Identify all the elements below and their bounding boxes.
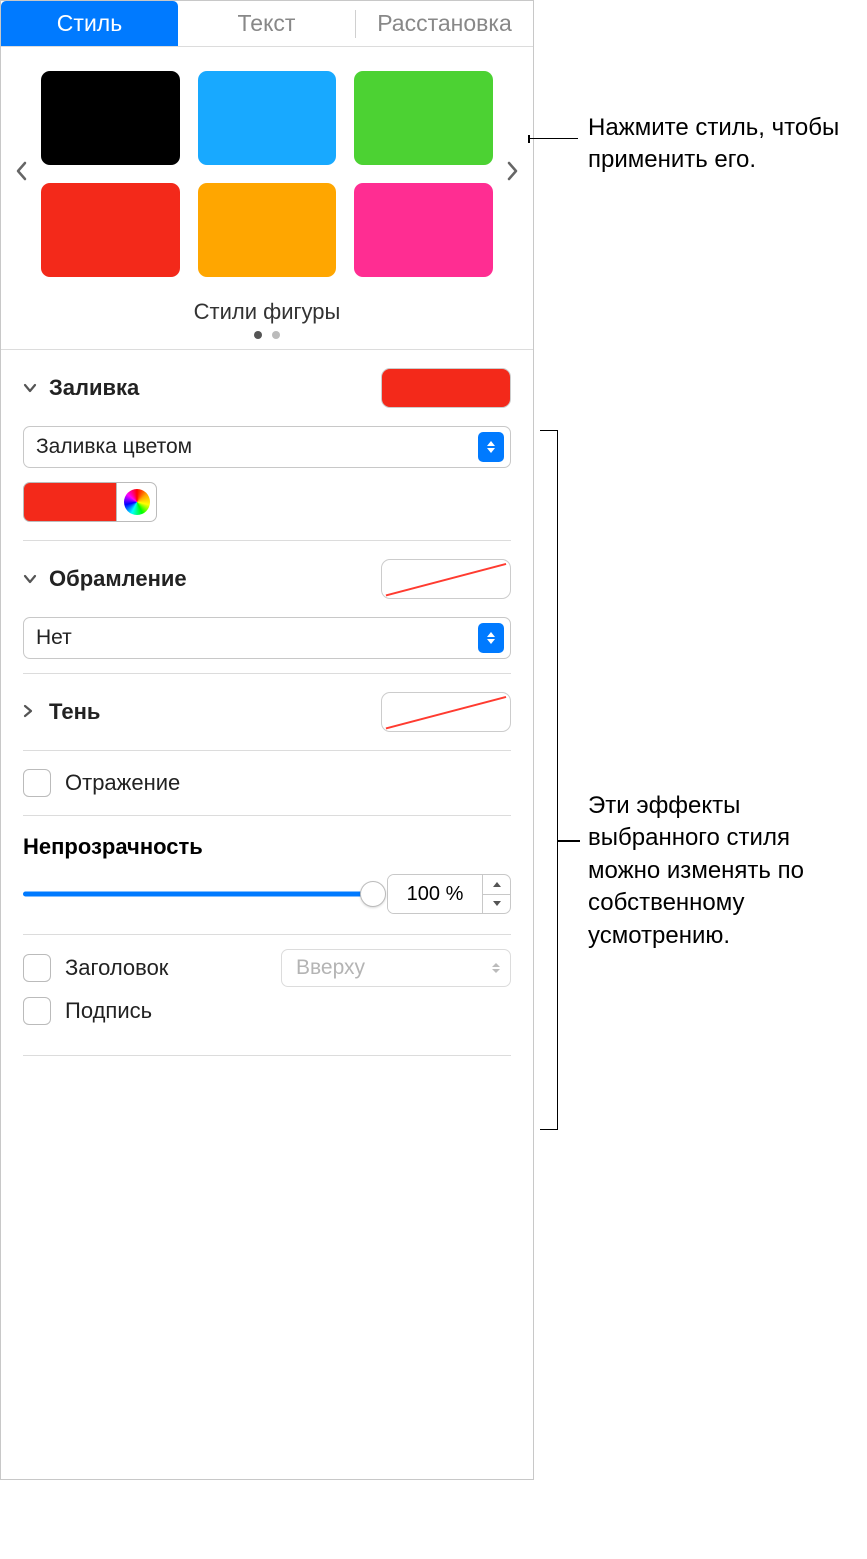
select-stepper-icon [478,623,504,653]
shape-styles-label: Стили фигуры [1,299,533,325]
fill-type-select[interactable]: Заливка цветом [23,426,511,468]
fill-type-value: Заливка цветом [36,435,478,459]
carousel-next-button[interactable] [499,153,527,195]
style-swatch-green[interactable] [354,71,493,165]
opacity-stepper [387,874,511,914]
callout-leader-line [558,840,580,842]
callout-leader-line [530,138,578,140]
color-wheel-icon [124,489,150,515]
title-label: Заголовок [65,955,168,981]
callout-bracket [540,430,558,1130]
opacity-input[interactable] [388,875,482,913]
page-dot[interactable] [272,331,280,339]
carousel-prev-button[interactable] [7,153,35,195]
tab-style[interactable]: Стиль [1,1,178,46]
caption-checkbox[interactable] [23,997,51,1025]
style-swatch-red[interactable] [41,183,180,277]
opacity-section: Непрозрачность [1,816,533,934]
tab-arrange[interactable]: Расстановка [356,1,533,46]
fill-color-well[interactable] [381,368,511,408]
fill-section-header[interactable]: Заливка [1,350,533,426]
shadow-section-header[interactable]: Тень [1,674,533,750]
title-checkbox[interactable] [23,954,51,982]
shadow-preview-well[interactable] [381,692,511,732]
style-swatch-orange[interactable] [198,183,337,277]
style-swatch-blue[interactable] [198,71,337,165]
border-type-value: Нет [36,626,478,650]
slider-thumb[interactable] [360,881,386,907]
reflection-label: Отражение [65,770,180,796]
chevron-down-icon [23,380,39,396]
shape-styles-carousel [1,63,533,285]
fill-label: Заливка [49,375,371,401]
page-dot[interactable] [254,331,262,339]
border-preview-well[interactable] [381,559,511,599]
fill-color-swatch[interactable] [23,482,117,522]
opacity-label: Непрозрачность [23,834,511,860]
callout-text: Нажмите стиль, чтобы применить его. [588,112,848,177]
caption-label: Подпись [65,998,152,1024]
border-section-header[interactable]: Обрамление [1,541,533,617]
style-swatch-pink[interactable] [354,183,493,277]
divider [23,1055,511,1056]
chevron-right-icon [23,704,39,721]
border-type-select[interactable]: Нет [23,617,511,659]
select-stepper-icon [492,963,500,973]
reflection-row: Отражение [1,751,533,815]
format-panel: Стиль Текст Расстановка Стили фигуры [0,0,534,1480]
title-position-value: Вверху [296,956,365,980]
chevron-down-icon [23,571,39,587]
title-caption-section: Заголовок Вверху Подпись [1,935,533,1055]
callout-text: Эти эффекты выбранного стиля можно измен… [588,790,858,952]
border-label: Обрамление [49,566,371,592]
style-swatch-black[interactable] [41,71,180,165]
opacity-slider[interactable] [23,883,373,905]
color-wheel-button[interactable] [117,482,157,522]
select-stepper-icon [478,432,504,462]
tab-bar: Стиль Текст Расстановка [1,1,533,47]
reflection-checkbox[interactable] [23,769,51,797]
shadow-label: Тень [49,699,371,725]
title-position-select[interactable]: Вверху [281,949,511,987]
stepper-down-button[interactable] [483,895,510,914]
stepper-up-button[interactable] [483,875,510,895]
carousel-dots [1,331,533,339]
tab-text[interactable]: Текст [178,1,355,46]
